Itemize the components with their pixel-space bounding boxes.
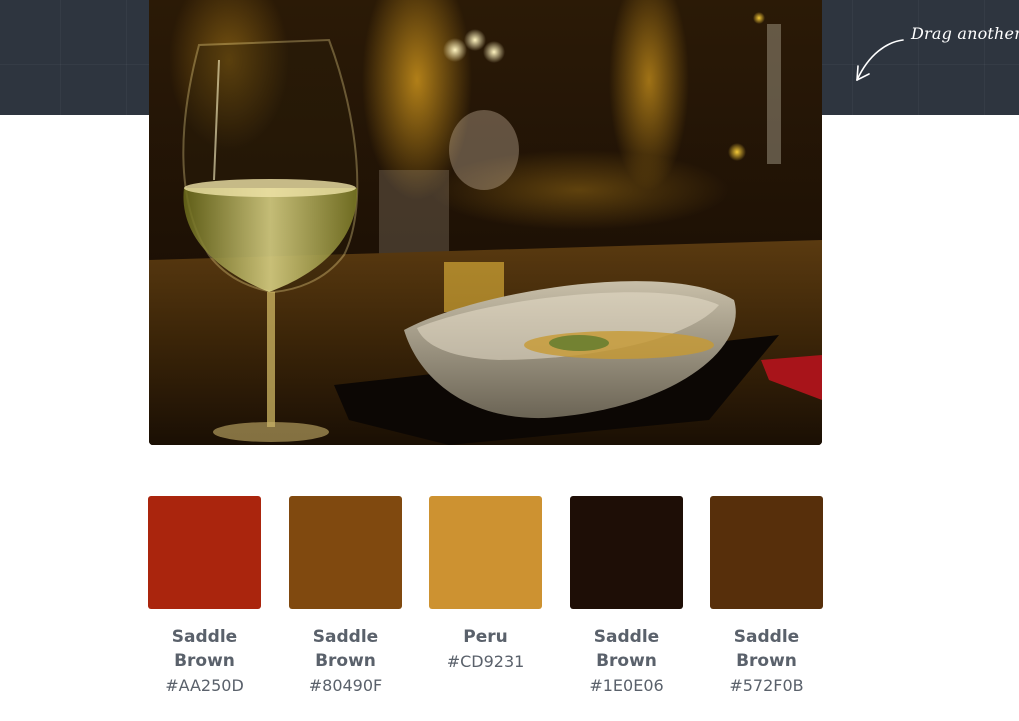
- drag-hint-text: Drag another f: [911, 24, 1019, 43]
- swatch-color-block[interactable]: [710, 496, 823, 609]
- drag-hint: Drag another f: [851, 22, 1019, 86]
- swatch-name-line: Saddle: [733, 627, 800, 647]
- restaurant-photo: [149, 0, 822, 445]
- swatch-name-line: Peru: [463, 627, 508, 647]
- swatch-name-line: Saddle: [171, 627, 238, 647]
- swatch-name-line: Brown: [736, 651, 797, 671]
- swatch-name-line: Brown: [596, 651, 657, 671]
- swatch-hex-code: #80490F: [308, 676, 383, 695]
- swatch-hex-code: #AA250D: [165, 676, 244, 695]
- swatch-color-block[interactable]: [570, 496, 683, 609]
- swatch-color-block[interactable]: [289, 496, 402, 609]
- swatch-color-name: Peru: [429, 625, 542, 649]
- swatch-color-name: Saddle Brown: [289, 625, 402, 673]
- swatch-color-name: Saddle Brown: [570, 625, 683, 673]
- palette-swatch[interactable]: Saddle Brown #80490F: [289, 496, 402, 698]
- swatch-color-name: Saddle Brown: [148, 625, 261, 673]
- swatch-hex-code: #1E0E06: [589, 676, 664, 695]
- curved-arrow-icon: [856, 39, 904, 81]
- swatch-hex-code: #572F0B: [729, 676, 804, 695]
- palette-swatch[interactable]: Saddle Brown #1E0E06: [570, 496, 683, 698]
- swatch-name-line: Brown: [174, 651, 235, 671]
- swatch-name-line: Brown: [315, 651, 376, 671]
- palette-swatch[interactable]: Saddle Brown #572F0B: [710, 496, 823, 698]
- palette-swatch[interactable]: Saddle Brown #AA250D: [148, 496, 261, 698]
- swatch-name-line: Saddle: [312, 627, 379, 647]
- swatch-color-name: Saddle Brown: [710, 625, 823, 673]
- swatch-name-line: Saddle: [593, 627, 660, 647]
- swatch-color-block[interactable]: [429, 496, 542, 609]
- swatch-color-block[interactable]: [148, 496, 261, 609]
- swatch-hex-code: #CD9231: [446, 652, 525, 671]
- palette-swatch[interactable]: Peru #CD9231: [429, 496, 542, 674]
